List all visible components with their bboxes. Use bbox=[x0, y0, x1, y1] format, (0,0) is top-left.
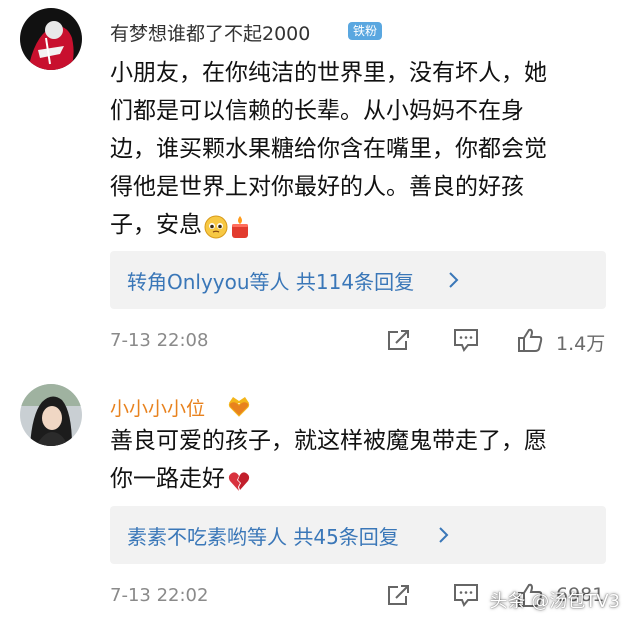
candle-icon bbox=[229, 213, 251, 238]
comment-line: 们都是可以信赖的长辈。从小妈妈不在身 bbox=[110, 98, 524, 124]
comment-line: 善良可爱的孩子，就这样被魔鬼带走了，愿 bbox=[110, 428, 547, 454]
comment-icon[interactable] bbox=[452, 582, 480, 608]
comment-item: 有梦想谁都了不起2000 铁粉 小朋友，在你纯洁的世界里，没有坏人，她 们都是可… bbox=[0, 0, 626, 360]
comment-line: 子，安息 bbox=[110, 212, 202, 238]
watermark-label: 头条 @汤包TV3 bbox=[489, 591, 620, 612]
comment-line: 小朋友，在你纯洁的世界里，没有坏人，她 bbox=[110, 60, 547, 86]
comment-body: 小朋友，在你纯洁的世界里，没有坏人，她 们都是可以信赖的长辈。从小妈妈不在身 边… bbox=[110, 54, 610, 244]
broken-heart-icon bbox=[227, 467, 251, 491]
comment-line-last: 子，安息 bbox=[110, 206, 610, 244]
comment-line-last: 你一路走好 bbox=[110, 460, 610, 498]
fan-badge: 铁粉 bbox=[348, 22, 383, 40]
comment-time: 7-13 22:02 bbox=[110, 585, 209, 606]
replies-summary: 转角Onlyyou等人 共114条回复 bbox=[127, 270, 415, 294]
crown-heart-icon bbox=[228, 397, 250, 417]
like-icon[interactable] bbox=[516, 326, 544, 354]
avatar[interactable] bbox=[20, 8, 82, 70]
chevron-right-icon bbox=[439, 527, 449, 543]
username[interactable]: 小小小小位 bbox=[110, 394, 205, 421]
comment-line: 边，谁买颗水果糖给你含在嘴里，你都会觉 bbox=[110, 136, 547, 162]
pleading-face-icon bbox=[204, 213, 228, 239]
avatar-image bbox=[20, 384, 82, 446]
replies-link[interactable]: 转角Onlyyou等人 共114条回复 bbox=[110, 251, 606, 309]
comment-line: 你一路走好 bbox=[110, 466, 225, 492]
comment-line: 得他是世界上对你最好的人。善良的好孩 bbox=[110, 174, 524, 200]
comment-thread: 有梦想谁都了不起2000 铁粉 小朋友，在你纯洁的世界里，没有坏人，她 们都是可… bbox=[0, 0, 626, 627]
avatar-image bbox=[20, 8, 82, 70]
replies-summary: 素素不吃素哟等人 共45条回复 bbox=[127, 525, 399, 549]
toutiao-watermark: 头条 @汤包TV3 bbox=[490, 583, 620, 617]
avatar[interactable] bbox=[20, 384, 82, 446]
replies-link[interactable]: 素素不吃素哟等人 共45条回复 bbox=[110, 506, 606, 564]
comment-icon[interactable] bbox=[452, 327, 480, 353]
like-count: 1.4万 bbox=[556, 333, 606, 355]
username[interactable]: 有梦想谁都了不起2000 bbox=[110, 19, 310, 46]
share-icon[interactable] bbox=[386, 582, 412, 608]
comment-body: 善良可爱的孩子，就这样被魔鬼带走了，愿 你一路走好 bbox=[110, 422, 610, 498]
share-icon[interactable] bbox=[386, 327, 412, 353]
chevron-right-icon bbox=[449, 272, 459, 288]
comment-time: 7-13 22:08 bbox=[110, 330, 209, 351]
